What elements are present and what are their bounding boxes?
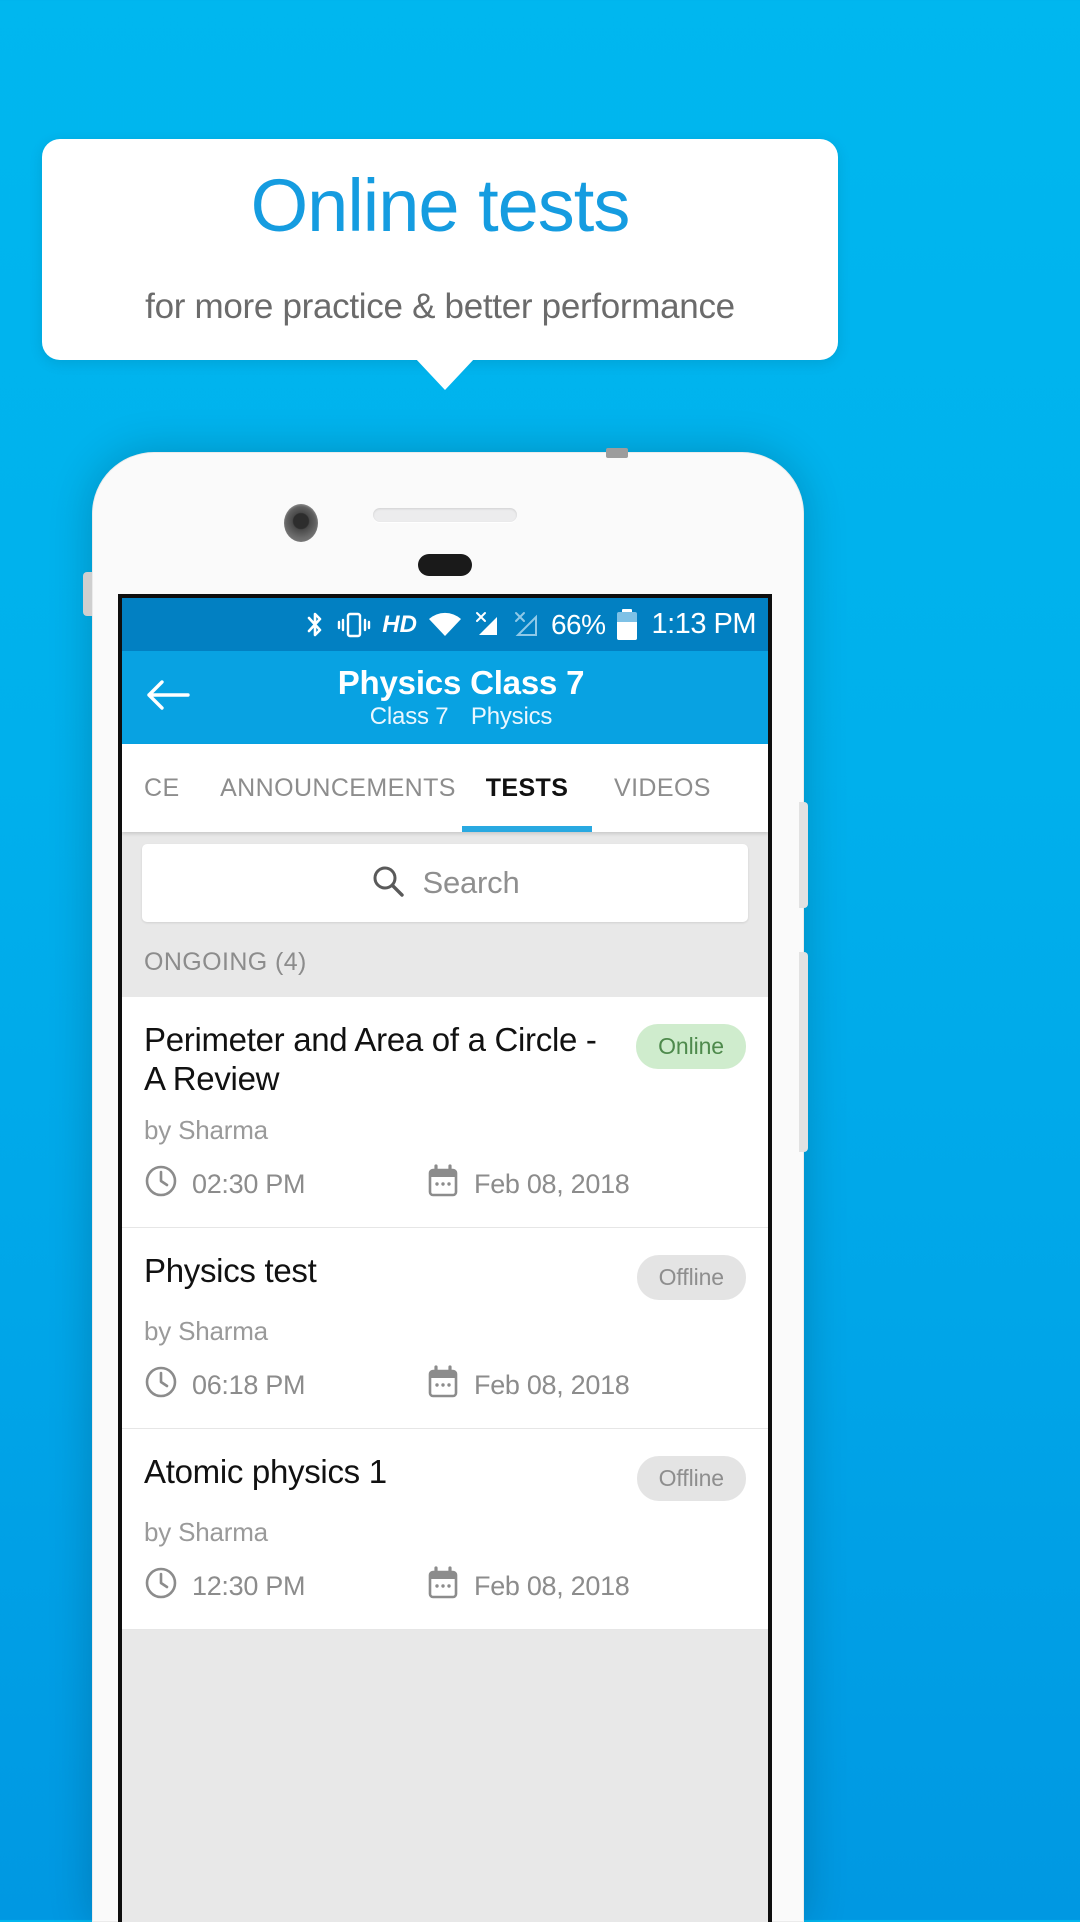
home-button (418, 554, 472, 576)
back-button[interactable] (122, 678, 214, 717)
tests-content-panel: Search ONGOING (4) Perimeter and Area of… (122, 832, 768, 1922)
page-title: Physics Class 7 (337, 663, 585, 701)
test-author: by Sharma (144, 1315, 268, 1346)
phone-mockup: HD 66% 1:13 PM Physics Class 7 Class 7 P… (83, 448, 808, 1922)
test-time-label: 06:18 PM (192, 1369, 306, 1400)
tab-ce[interactable]: CE (122, 744, 214, 832)
test-meta-row: 12:30 PM Feb 08, 2018 (144, 1566, 746, 1607)
search-area: Search (122, 832, 768, 922)
test-item-header: Physics test Offline (144, 1252, 746, 1300)
front-camera-icon (284, 504, 318, 542)
phone-left-button (83, 572, 92, 616)
test-list-item[interactable]: Atomic physics 1 Offline by Sharma 12:30… (122, 1429, 768, 1630)
signal-2-icon (512, 611, 540, 639)
test-time: 06:18 PM (144, 1365, 426, 1406)
status-bar: HD 66% 1:13 PM (122, 598, 768, 651)
subtitle-class: Class 7 (369, 703, 449, 731)
search-icon (370, 863, 406, 904)
clock-icon (144, 1566, 178, 1607)
battery-percent-label: 66% (550, 608, 606, 640)
tab-bar: CE ANNOUNCEMENTS TESTS VIDEOS (122, 744, 768, 832)
tab-announcements[interactable]: ANNOUNCEMENTS (214, 744, 462, 832)
test-title: Perimeter and Area of a Circle - A Revie… (144, 1021, 597, 1097)
promo-subheadline: for more practice & better performance (145, 287, 735, 326)
search-input[interactable]: Search (142, 844, 748, 922)
test-item-header: Atomic physics 1 Offline (144, 1453, 746, 1501)
hd-icon: HD (382, 610, 417, 638)
app-bar: Physics Class 7 Class 7 Physics (122, 651, 768, 744)
test-date-label: Feb 08, 2018 (474, 1570, 630, 1601)
bluetooth-icon (304, 610, 326, 640)
battery-icon (616, 609, 637, 640)
tab-tests[interactable]: TESTS (462, 744, 592, 832)
vibrate-icon (337, 611, 371, 639)
test-time: 02:30 PM (144, 1164, 426, 1205)
tests-list: Perimeter and Area of a Circle - A Revie… (122, 997, 768, 1630)
test-title: Atomic physics 1 (144, 1452, 387, 1490)
test-date: Feb 08, 2018 (426, 1566, 630, 1607)
status-badge: Online (636, 1024, 746, 1069)
status-bar-clock: 1:13 PM (651, 608, 757, 640)
test-date-label: Feb 08, 2018 (474, 1168, 630, 1199)
calendar-icon (426, 1365, 460, 1406)
test-list-item[interactable]: Perimeter and Area of a Circle - A Revie… (122, 997, 768, 1228)
status-badge: Offline (636, 1455, 746, 1501)
wifi-icon (428, 612, 462, 638)
test-date: Feb 08, 2018 (426, 1365, 630, 1406)
phone-volume-button (799, 952, 808, 1152)
phone-screen: HD 66% 1:13 PM Physics Class 7 Class 7 P… (118, 594, 772, 1922)
test-author: by Sharma (144, 1516, 268, 1547)
subtitle-subject: Physics (470, 703, 553, 731)
test-author: by Sharma (144, 1114, 268, 1145)
phone-top-nub (606, 448, 628, 458)
clock-icon (144, 1164, 178, 1205)
earpiece-speaker (373, 508, 517, 522)
tab-videos[interactable]: VIDEOS (592, 744, 768, 832)
promo-callout-card: Online tests for more practice & better … (42, 139, 838, 360)
test-time-label: 02:30 PM (192, 1168, 306, 1199)
search-placeholder-text: Search (422, 865, 520, 900)
test-list-item[interactable]: Physics test Offline by Sharma 06:18 PM (122, 1228, 768, 1429)
calendar-icon (426, 1566, 460, 1607)
calendar-icon (426, 1164, 460, 1205)
page-subtitle: Class 7 Physics (214, 703, 708, 731)
test-time: 12:30 PM (144, 1566, 426, 1607)
test-meta-row: 02:30 PM Feb 08, 2018 (144, 1164, 746, 1205)
signal-1-icon (473, 611, 501, 639)
test-title: Physics test (144, 1251, 317, 1289)
test-meta-row: 06:18 PM Feb 08, 2018 (144, 1365, 746, 1406)
test-time-label: 12:30 PM (192, 1570, 306, 1601)
clock-icon (144, 1365, 178, 1406)
back-arrow-icon (146, 678, 190, 717)
callout-tail (415, 358, 475, 390)
status-badge: Offline (636, 1254, 746, 1300)
test-item-header: Perimeter and Area of a Circle - A Revie… (144, 1021, 746, 1099)
app-bar-titles: Physics Class 7 Class 7 Physics (214, 664, 768, 732)
phone-power-button (799, 802, 808, 908)
section-header-ongoing: ONGOING (4) (144, 948, 307, 976)
promo-headline: Online tests (250, 164, 631, 247)
test-date: Feb 08, 2018 (426, 1164, 630, 1205)
test-date-label: Feb 08, 2018 (474, 1369, 630, 1400)
